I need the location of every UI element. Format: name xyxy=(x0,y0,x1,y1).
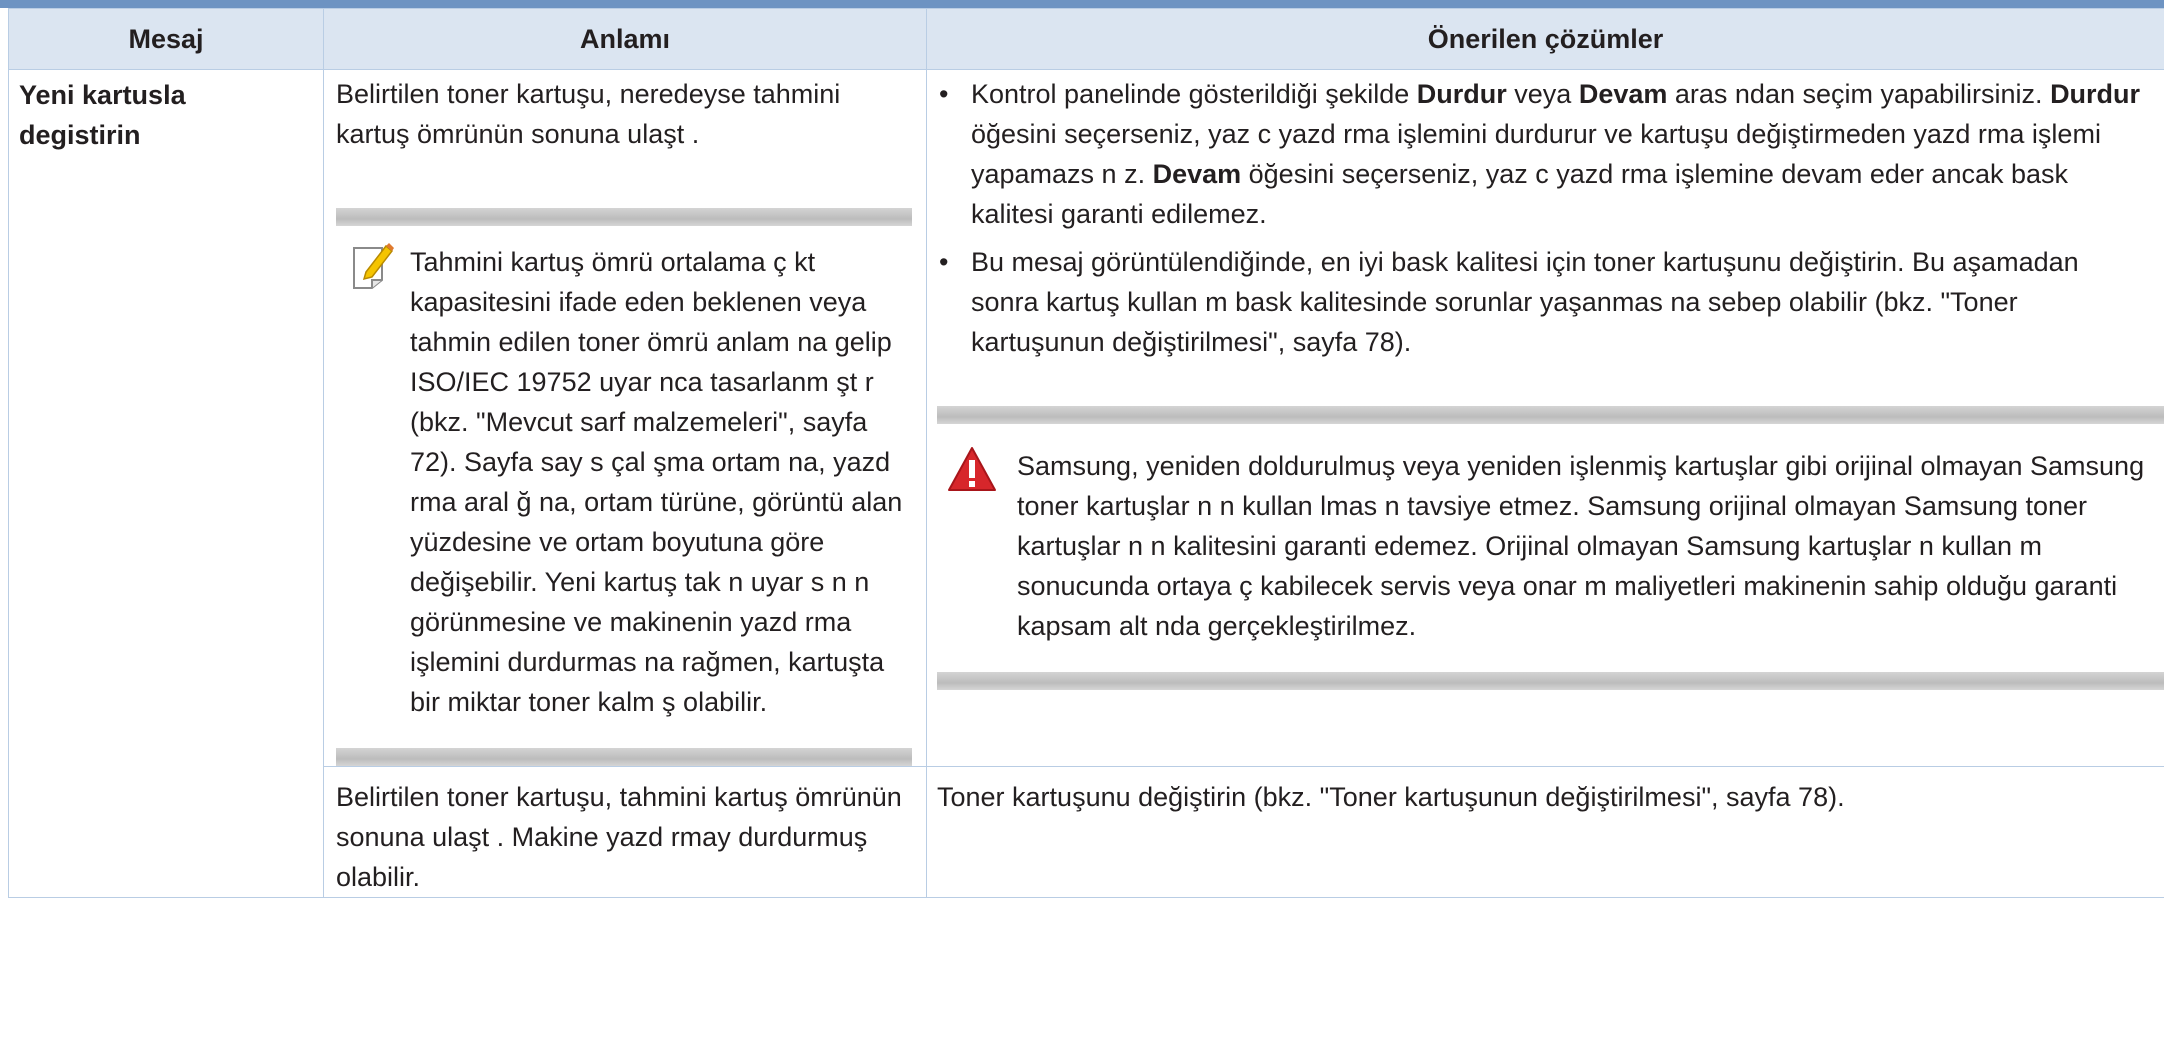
warning-icon xyxy=(947,446,1017,646)
table-row: Yeni kartusla degistirin Belirtilen tone… xyxy=(8,69,2164,898)
bullet-icon: • xyxy=(939,247,949,277)
table-row: Belirtilen toner kartuşu, tahmini kartuş… xyxy=(9,766,2164,898)
message-text: Yeni kartusla degistirin xyxy=(19,80,186,150)
top-rule xyxy=(0,0,2164,8)
solutions-cell: • Kontrol panelinde gösterildiği şekilde… xyxy=(926,69,2164,767)
header-message: Mesaj xyxy=(8,8,324,70)
warning-box: Samsung, yeniden doldurulmuş veya yenide… xyxy=(937,406,2164,690)
bullet-icon: • xyxy=(939,79,949,109)
solution-text: aras ndan seçim yapabilirsiniz. xyxy=(1667,79,2051,109)
list-item: • Bu mesaj görüntülendiğinde, en iyi bas… xyxy=(937,242,2150,362)
note-pencil-icon xyxy=(350,242,410,722)
meaning-text: Belirtilen toner kartuşu, neredeyse tahm… xyxy=(336,79,841,149)
message-cell: Yeni kartusla degistirin xyxy=(8,69,324,898)
message-table: Mesaj Anlamı Önerilen çözümler Yeni kart… xyxy=(8,8,2164,898)
list-item: • Kontrol panelinde gösterildiği şekilde… xyxy=(937,74,2150,234)
note-top-bar xyxy=(336,208,912,226)
note-text: Tahmini kartuş ömrü ortalama ç kt kapasi… xyxy=(410,247,903,717)
meaning-cell: Belirtilen toner kartuşu, tahmini kartuş… xyxy=(323,766,927,898)
solution-bold-durdur: Durdur xyxy=(1416,79,1507,109)
warning-bottom-bar xyxy=(937,672,2164,690)
solution-bold-devam: Devam xyxy=(1578,79,1668,109)
table-header-row: Mesaj Anlamı Önerilen çözümler xyxy=(8,8,2164,70)
solution-text: veya xyxy=(1506,79,1579,109)
solution-text: Bu mesaj görüntülendiğinde, en iyi bask … xyxy=(971,247,2079,357)
header-meaning: Anlamı xyxy=(323,8,927,70)
solutions-list: • Kontrol panelinde gösterildiği şekilde… xyxy=(937,74,2150,362)
solution-bold-durdur: Durdur xyxy=(2050,79,2141,109)
solution-bold-devam: Devam xyxy=(1152,159,1242,189)
meaning-cell: Belirtilen toner kartuşu, neredeyse tahm… xyxy=(323,69,927,767)
note-bottom-bar xyxy=(336,748,912,766)
meaning-text: Belirtilen toner kartuşu, tahmini kartuş… xyxy=(336,782,902,892)
solution-text: Kontrol panelinde gösterildiği şekilde xyxy=(971,79,1417,109)
header-solutions: Önerilen çözümler xyxy=(926,8,2164,70)
warning-top-bar xyxy=(937,406,2164,424)
solutions-cell: Toner kartuşunu değiştirin (bkz. "Toner … xyxy=(926,766,2164,898)
warning-text: Samsung, yeniden doldurulmuş veya yenide… xyxy=(1017,451,2145,641)
note-box: Tahmini kartuş ömrü ortalama ç kt kapasi… xyxy=(336,208,912,766)
solution-text: Toner kartuşunu değiştirin (bkz. "Toner … xyxy=(937,782,1845,812)
